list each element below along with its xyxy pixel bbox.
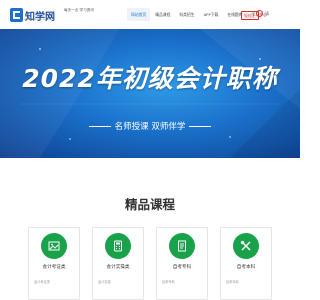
site-header: 知学网 www.zhixue.com 每天一点 学习资讯 网站首页 精品课程 科… <box>0 0 300 29</box>
course-meta: 会计实操 <box>98 280 111 284</box>
course-name: 自考专科 <box>172 265 192 270</box>
course-meta: 自考专科 <box>162 280 175 284</box>
course-card-accounting-practice[interactable]: 会计实操类 会计实操 <box>92 227 144 300</box>
user-avatar-icon[interactable] <box>256 10 263 17</box>
course-meta: 会计考证类 <box>34 280 50 284</box>
logo-url: www.zhixue.com <box>24 17 50 21</box>
calculator-icon <box>105 233 131 259</box>
divider-line <box>189 126 212 127</box>
nav-item-app[interactable]: APP下载 <box>204 8 219 21</box>
divider-line <box>88 126 111 127</box>
image-icon <box>41 233 67 259</box>
register-link[interactable]: 请 <box>265 11 269 17</box>
document-icon <box>169 233 195 259</box>
banner-subtitle: 名师授课 双师伴学 <box>114 122 186 132</box>
logo-slogan: 每天一点 学习资讯 <box>64 8 94 12</box>
nav-item-courses[interactable]: 精品课程 <box>155 8 170 21</box>
course-list: 会计考证类 会计考证类 会计实操类 会计实操 自考专科 自考专科 自考本科 自考… <box>28 227 272 300</box>
course-meta: 自考本科 <box>226 280 239 284</box>
course-name: 自考本科 <box>236 265 256 270</box>
course-card-self-study-college[interactable]: 自考专科 自考专科 <box>156 227 208 300</box>
nav-item-enrollment[interactable]: 科类招生 <box>179 8 194 21</box>
banner-subtitle-row: 名师授课 双师伴学 <box>0 120 300 132</box>
course-name: 会计实操类 <box>106 265 130 270</box>
tools-icon <box>233 233 259 259</box>
site-logo[interactable]: 知学网 <box>10 6 55 24</box>
course-name: 会计考证类 <box>42 265 66 270</box>
section-title: 精品课程 <box>124 197 175 212</box>
logo-icon <box>10 8 23 22</box>
nav-item-home[interactable]: 网站首页 <box>127 8 151 21</box>
banner-title: 2022年初级会计职称 <box>22 64 278 93</box>
hero-banner[interactable]: 2022年初级会计职称 名师授课 双师伴学 <box>0 29 300 158</box>
course-card-self-study-bachelor[interactable]: 自考本科 自考本科 <box>220 227 272 300</box>
course-card-accounting-cert[interactable]: 会计考证类 会计考证类 <box>28 227 80 300</box>
